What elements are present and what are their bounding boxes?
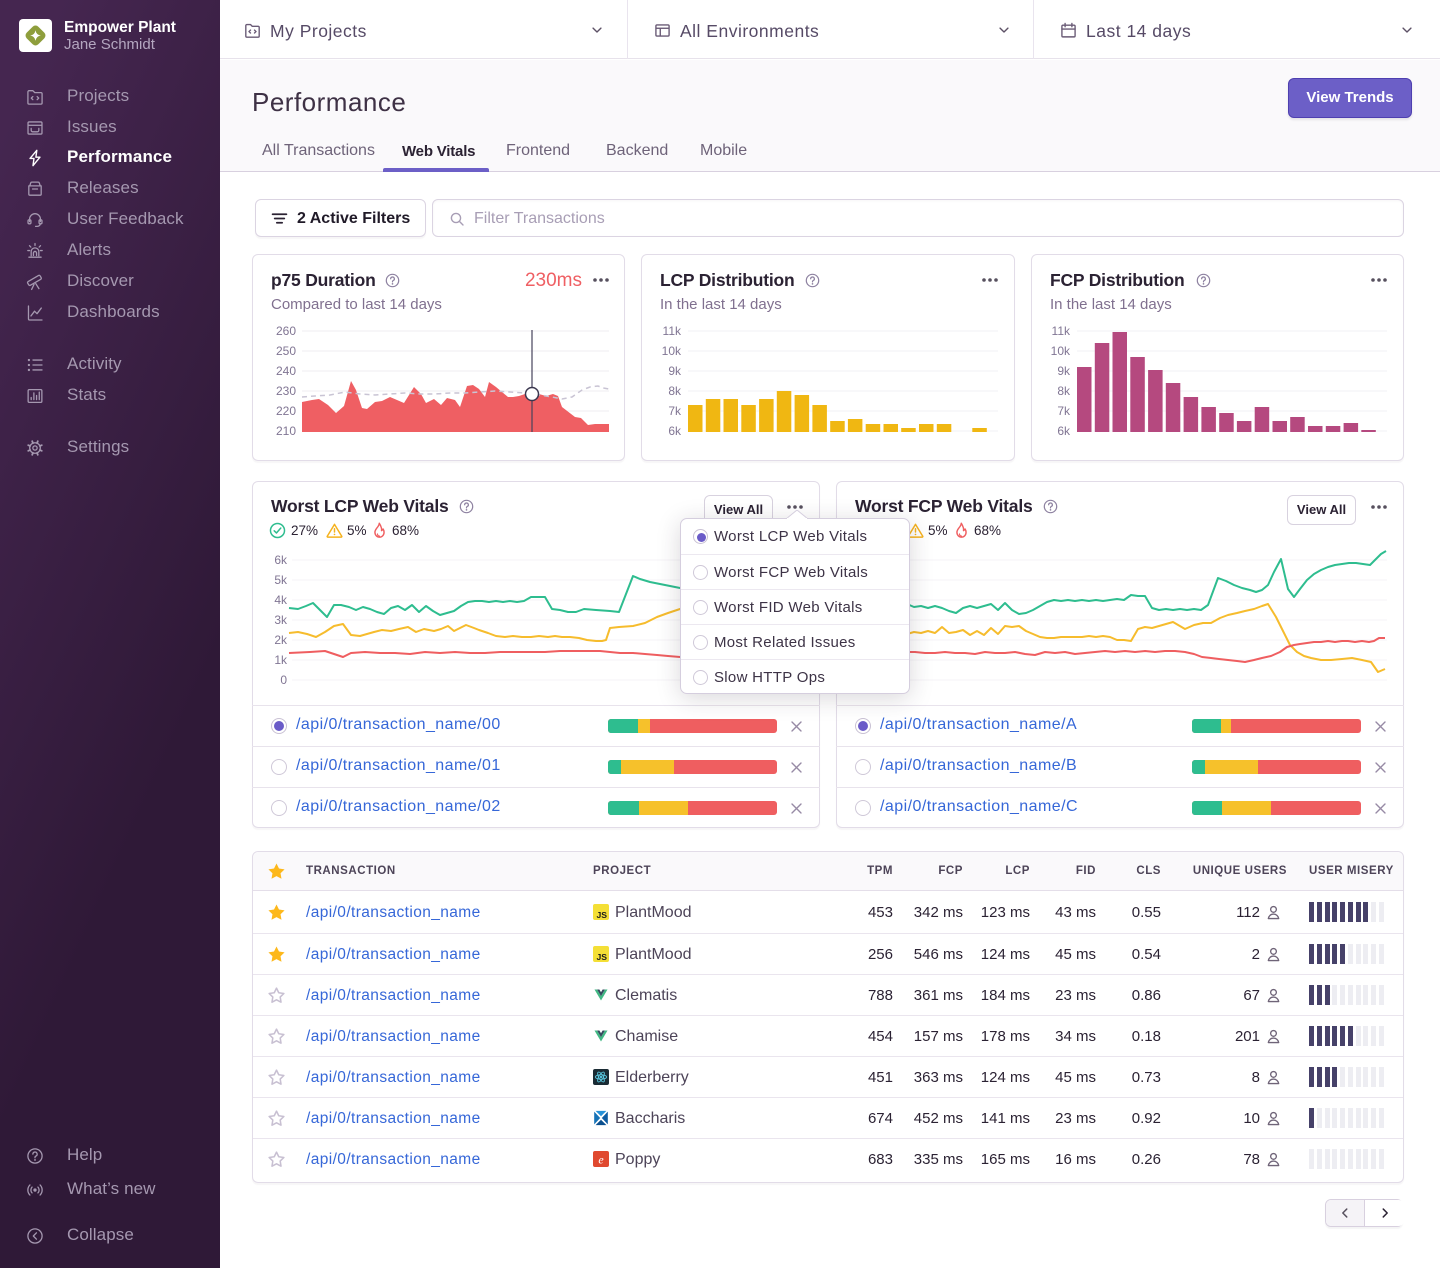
- svg-text:10k: 10k: [1051, 344, 1071, 358]
- svg-text:4k: 4k: [274, 593, 288, 607]
- svg-text:6k: 6k: [1057, 424, 1071, 438]
- svg-text:8k: 8k: [668, 384, 682, 398]
- svg-text:6k: 6k: [668, 424, 682, 438]
- svg-text:9k: 9k: [668, 364, 682, 378]
- svg-text:220: 220: [276, 404, 296, 418]
- svg-text:0: 0: [280, 673, 287, 687]
- svg-text:5k: 5k: [274, 573, 288, 587]
- svg-text:8k: 8k: [1057, 384, 1071, 398]
- svg-text:210: 210: [276, 424, 296, 438]
- svg-text:JS: JS: [596, 952, 607, 962]
- svg-text:3k: 3k: [274, 613, 288, 627]
- svg-text:10k: 10k: [662, 344, 682, 358]
- svg-text:6k: 6k: [274, 553, 288, 567]
- svg-text:230: 230: [276, 384, 296, 398]
- svg-text:11k: 11k: [1052, 324, 1071, 338]
- svg-text:260: 260: [276, 324, 296, 338]
- svg-text:7k: 7k: [668, 404, 682, 418]
- svg-text:7k: 7k: [1057, 404, 1071, 418]
- svg-text:11k: 11k: [663, 324, 682, 338]
- svg-text:e: e: [598, 1152, 604, 1166]
- svg-text:2k: 2k: [274, 633, 288, 647]
- svg-text:250: 250: [276, 344, 296, 358]
- svg-text:JS: JS: [596, 910, 607, 920]
- svg-text:9k: 9k: [1057, 364, 1071, 378]
- svg-text:240: 240: [276, 364, 296, 378]
- svg-text:1k: 1k: [274, 653, 288, 667]
